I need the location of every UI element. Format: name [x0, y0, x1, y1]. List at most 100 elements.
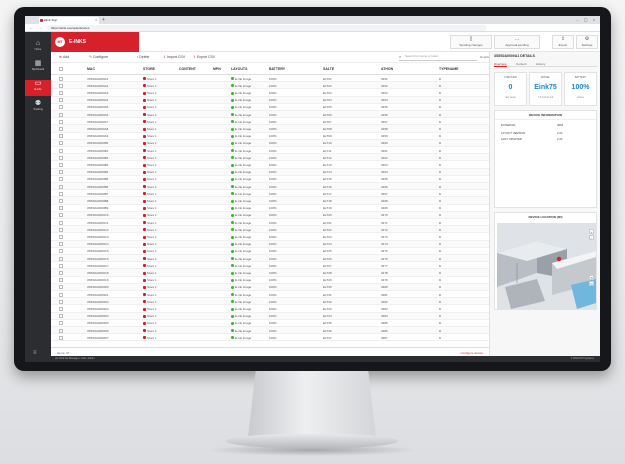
sync-status-button[interactable]: ▯ Sending changes: [450, 35, 492, 49]
table-row[interactable]: 3S5S0A0000B2 Store 1 E-Ink Image 100% ELT12 3…: [51, 154, 489, 162]
table-row[interactable]: 3S5S0A0000C7 Store 1 E-Ink Image 100% ELT27 3…: [51, 262, 489, 270]
table-row[interactable]: 3S5S0A0000B5 Store 1 E-Ink Image 100% ELT15 3…: [51, 176, 489, 183]
import-csv-button[interactable]: ⇩Import CSV: [163, 55, 185, 59]
table-row[interactable]: 3S5S0A0000C5 Store 1 E-Ink Image 100% ELT25 3…: [51, 248, 489, 255]
row-checkbox[interactable]: [59, 256, 63, 261]
table-row[interactable]: 3S5S0A0000C2 Store 1 E-Ink Image 100% ELT22 3…: [51, 226, 489, 234]
row-checkbox[interactable]: [59, 278, 63, 283]
row-checkbox[interactable]: [59, 170, 63, 175]
row-checkbox[interactable]: [59, 249, 63, 254]
table-row[interactable]: 3S5S0A0000C6 Store 1 E-Ink Image 100% ELT26 3…: [51, 255, 489, 263]
col-battery[interactable]: BATTERY: [269, 67, 285, 71]
row-checkbox[interactable]: [59, 292, 63, 297]
3d-floor-map[interactable]: + − ⟲ ◫: [497, 223, 596, 309]
table-row[interactable]: 3S5S0A0000B7 Store 1 E-Ink Image 100% ELT17 3…: [51, 190, 489, 198]
col-content[interactable]: CONTENT: [179, 67, 196, 71]
export-button[interactable]: ⇪ Export: [552, 35, 574, 49]
rail-item-tracking[interactable]: ⚉ Tracking: [25, 100, 51, 116]
table-row[interactable]: 3S5S0A0000D3 Store 1 E-Ink Image 100% ELT33 3…: [51, 305, 489, 313]
add-button[interactable]: ⊕Add: [59, 55, 69, 59]
rail-item-dashboard[interactable]: ▦ Dashboard: [25, 60, 51, 76]
close-tab-icon[interactable]: ×: [95, 18, 97, 22]
table-row[interactable]: 3S5S0A0000B9 Store 1 E-Ink Image 100% ELT19 3…: [51, 205, 489, 212]
row-checkbox[interactable]: [59, 155, 63, 160]
table-row[interactable]: 3S5S0A0000C3 Store 1 E-Ink Image 100% ELT23 3…: [51, 233, 489, 241]
row-checkbox[interactable]: [59, 198, 63, 203]
export-csv-button[interactable]: ⇧Export CSV: [193, 55, 215, 59]
col-layouts[interactable]: LAYOUTS: [231, 67, 247, 71]
layers-icon[interactable]: ◫: [589, 281, 594, 286]
row-checkbox[interactable]: [59, 306, 63, 311]
row-checkbox[interactable]: [59, 105, 63, 110]
tab-history[interactable]: History: [536, 62, 545, 66]
table-row[interactable]: 3S5S0A0000B1 Store 1 E-Ink Image 100% ELT11 3…: [51, 147, 489, 155]
row-checkbox[interactable]: [59, 126, 63, 131]
row-checkbox[interactable]: [59, 299, 63, 304]
browser-tab[interactable]: Elink Sign ×: [39, 17, 99, 24]
table-row[interactable]: 3S5S0A0000A7 Store 1 E-Ink Image 100% ELT07 3…: [51, 118, 489, 126]
settings-button[interactable]: ⚙ Settings: [576, 35, 598, 49]
table-row[interactable]: 3S5S0A0000D5 Store 1 E-Ink Image 100% ELT35 3…: [51, 320, 489, 327]
table-row[interactable]: 3S5S0A0000A3 Store 1 E-Ink Image 100% ELT03 3…: [51, 89, 489, 97]
table-row[interactable]: 3S5S0A0000A9 Store 1 E-Ink Image 100% ELT09 3…: [51, 133, 489, 140]
table-row[interactable]: 3S5S0A0000B3 Store 1 E-Ink Image 100% ELT13 3…: [51, 161, 489, 169]
table-row[interactable]: 3S5S0A0000B8 Store 1 E-Ink Image 100% ELT18 3…: [51, 197, 489, 205]
table-row[interactable]: 3S5S0A0000A1 Store 1 E-Ink Image 100% ELT01 3…: [51, 75, 489, 83]
url-field[interactable]: https://elink.example/devices: [47, 25, 487, 31]
row-checkbox[interactable]: [59, 112, 63, 117]
row-checkbox[interactable]: [59, 184, 63, 189]
table-row[interactable]: 3S5S0A0000D0 Store 1 E-Ink Image 100% ELT30 3…: [51, 283, 489, 291]
details-toggle[interactable]: Details: [480, 55, 489, 59]
row-checkbox[interactable]: [59, 220, 63, 225]
row-checkbox[interactable]: [59, 191, 63, 196]
table-row[interactable]: 3S5S0A0000D6 Store 1 E-Ink Image 100% ELT36 3…: [51, 327, 489, 335]
row-checkbox[interactable]: [59, 213, 63, 218]
table-row[interactable]: 3S5S0A0000D4 Store 1 E-Ink Image 100% ELT34 3…: [51, 312, 489, 320]
row-checkbox[interactable]: [59, 314, 63, 319]
table-row[interactable]: 3S5S0A0000C0 Store 1 E-Ink Image 100% ELT20 3…: [51, 211, 489, 219]
tab-overview[interactable]: Overview: [494, 62, 507, 67]
table-row[interactable]: 3S5S0A0000C4 Store 1 E-Ink Image 100% ELT24 3…: [51, 240, 489, 248]
table-row[interactable]: 3S5S0A0000A2 Store 1 E-Ink Image 100% ELT02 3…: [51, 82, 489, 90]
table-row[interactable]: 3S5S0A0000B6 Store 1 E-Ink Image 100% ELT16 3…: [51, 183, 489, 191]
table-row[interactable]: 3S5S0A0000D2 Store 1 E-Ink Image 100% ELT32 3…: [51, 298, 489, 306]
search-input[interactable]: ⌕ Search for name or label: [399, 54, 477, 61]
rail-item-einks[interactable]: ▭ E-Inks: [25, 80, 51, 96]
new-tab-icon[interactable]: +: [102, 17, 105, 23]
table-row[interactable]: 3S5S0A0000C9 Store 1 E-Ink Image 100% ELT29 3…: [51, 277, 489, 284]
row-checkbox[interactable]: [59, 328, 63, 333]
delete-button[interactable]: ▪Delete: [137, 55, 149, 59]
table-row[interactable]: 3S5S0A0000A8 Store 1 E-Ink Image 100% ELT08 3…: [51, 125, 489, 133]
row-checkbox[interactable]: [59, 83, 63, 88]
row-checkbox[interactable]: [59, 270, 63, 275]
col-typename[interactable]: TYPENAME: [439, 67, 458, 71]
row-checkbox[interactable]: [59, 148, 63, 153]
select-all-checkbox[interactable]: [59, 66, 63, 71]
rotate-icon[interactable]: ⟲: [589, 275, 594, 280]
table-row[interactable]: 3S5S0A0000C1 Store 1 E-Ink Image 100% ELT21 3…: [51, 219, 489, 227]
table-row[interactable]: 3S5S0A0000B4 Store 1 E-Ink Image 100% ELT14 3…: [51, 168, 489, 176]
row-checkbox[interactable]: [59, 141, 63, 146]
row-checkbox[interactable]: [59, 321, 63, 326]
row-checkbox[interactable]: [59, 177, 63, 182]
row-checkbox[interactable]: [59, 134, 63, 139]
table-row[interactable]: 3S5S0A0000D7 Store 1 E-Ink Image 100% ELT37 3…: [51, 334, 489, 342]
table-row[interactable]: 3S5S0A0000A6 Store 1 E-Ink Image 100% ELT06 3…: [51, 111, 489, 119]
table-row[interactable]: 3S5S0A0000C8 Store 1 E-Ink Image 100% ELT28 3…: [51, 269, 489, 277]
zoom-in-icon[interactable]: +: [589, 229, 594, 234]
window-controls-icon[interactable]: – ▢ ×: [576, 17, 597, 22]
row-checkbox[interactable]: [59, 119, 63, 124]
col-athon[interactable]: ATHON: [381, 67, 393, 71]
row-checkbox[interactable]: [59, 263, 63, 268]
row-checkbox[interactable]: [59, 335, 63, 340]
pending-button[interactable]: … Approval pending: [494, 35, 540, 49]
tab-content[interactable]: Content: [516, 62, 527, 66]
col-salte[interactable]: SALTE: [323, 67, 334, 71]
row-checkbox[interactable]: [59, 162, 63, 167]
table-row[interactable]: 3S5S0A0000B0 Store 1 E-Ink Image 100% ELT10 3…: [51, 139, 489, 147]
row-checkbox[interactable]: [59, 227, 63, 232]
table-row[interactable]: 3S5S0A0000D1 Store 1 E-Ink Image 100% ELT31 3…: [51, 291, 489, 299]
row-checkbox[interactable]: [59, 285, 63, 290]
table-row[interactable]: 3S5S0A0000A4 Store 1 E-Ink Image 100% ELT04 3…: [51, 96, 489, 104]
row-checkbox[interactable]: [59, 98, 63, 103]
